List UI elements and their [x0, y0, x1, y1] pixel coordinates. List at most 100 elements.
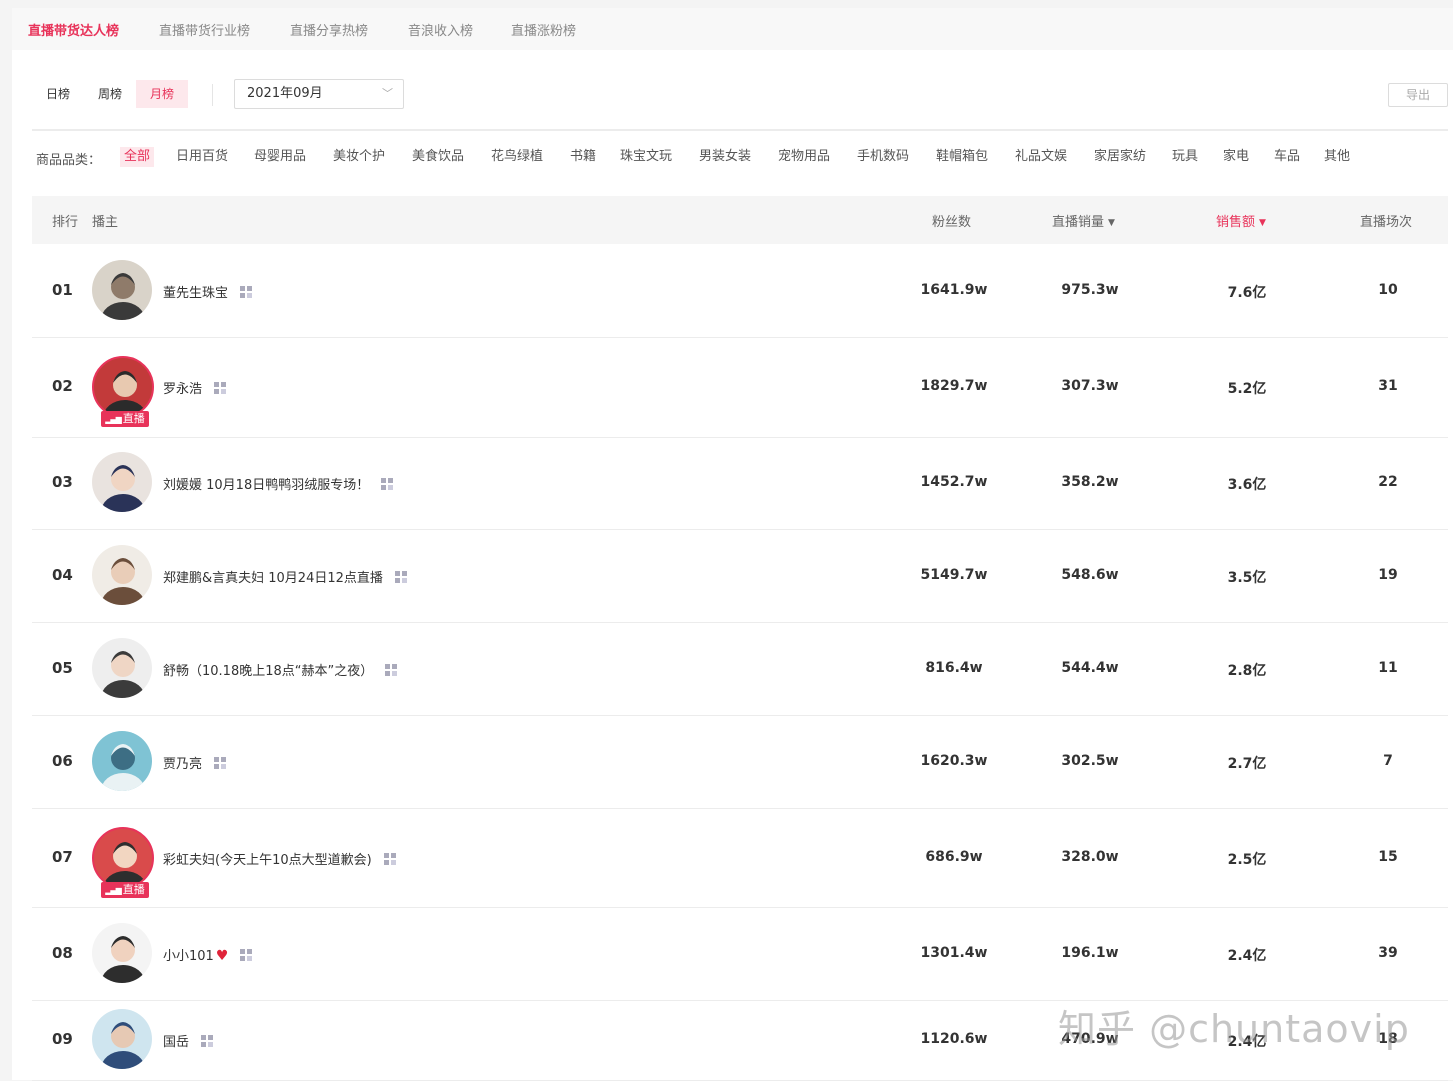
category-item[interactable]: 家电 — [1223, 147, 1249, 167]
category-item[interactable]: 男装女装 — [699, 147, 751, 167]
anchor-name-cell: 舒畅（10.18晚上18点“赫本”之夜） — [163, 660, 398, 679]
category-item[interactable]: 车品 — [1274, 147, 1300, 167]
sales-volume: 307.3w — [1061, 378, 1119, 394]
avatar-image — [101, 558, 145, 605]
revenue: 3.6亿 — [1227, 477, 1267, 493]
qr-code-icon[interactable] — [240, 949, 253, 961]
tab-anchor-rank[interactable]: 直播带货达人榜 — [28, 20, 119, 39]
avatar[interactable] — [92, 827, 154, 889]
table-row[interactable]: 08 小小101 ♥ 1301.4w 196.1w 2.4亿 39 — [32, 907, 1448, 1001]
category-item[interactable]: 手机数码 — [857, 147, 909, 167]
tab-industry-rank[interactable]: 直播带货行业榜 — [159, 20, 250, 39]
fans-count: 5149.7w — [920, 567, 988, 583]
period-day[interactable]: 日榜 — [32, 80, 84, 108]
revenue: 2.8亿 — [1227, 663, 1267, 679]
anchor-name[interactable]: 小小101 — [163, 949, 214, 964]
export-button[interactable]: 导出 — [1388, 83, 1448, 107]
anchor-name-cell: 刘媛媛 10月18日鸭鸭羽绒服专场！ — [163, 474, 394, 493]
rank-number: 07 — [52, 848, 73, 866]
anchor-name[interactable]: 刘媛媛 10月18日鸭鸭羽绒服专场！ — [163, 478, 369, 493]
avatar[interactable] — [92, 356, 154, 418]
anchor-name[interactable]: 国岳 — [163, 1035, 189, 1050]
avatar-image — [103, 842, 147, 887]
category-all[interactable]: 全部 — [120, 147, 155, 167]
avatar[interactable] — [92, 731, 152, 791]
heart-icon: ♥ — [215, 948, 229, 964]
rank-number: 08 — [52, 944, 73, 962]
table-row[interactable]: 03 刘媛媛 10月18日鸭鸭羽绒服专场！ 1452.7w 358.2w 3.6亿 22 — [32, 437, 1448, 530]
tab-income-rank[interactable]: 音浪收入榜 — [408, 20, 473, 39]
anchor-name-cell: 彩虹夫妇(今天上午10点大型道歉会) — [163, 849, 396, 868]
avatar[interactable] — [92, 1009, 152, 1069]
live-bars-icon: ▂▄▆ — [105, 886, 122, 895]
live-badge[interactable]: ▂▄▆ 直播 — [101, 411, 149, 427]
sessions: 39 — [1378, 945, 1398, 961]
divider — [212, 84, 213, 106]
category-item[interactable]: 珠宝文玩 — [620, 147, 672, 167]
table-row[interactable]: 01 董先生珠宝 1641.9w 975.3w 7.6亿 10 — [32, 245, 1448, 338]
avatar[interactable] — [92, 545, 152, 605]
period-month[interactable]: 月榜 — [136, 80, 189, 108]
anchor-name[interactable]: 贾乃亮 — [163, 757, 202, 772]
header-sales: 直播销量 — [1052, 215, 1105, 230]
live-badge[interactable]: ▂▄▆ 直播 — [101, 882, 149, 898]
table-row[interactable]: 02 ▂▄▆ 直播 罗永浩 1829.7w 307.3w 5.2亿 31 — [32, 337, 1448, 438]
anchor-name-cell: 小小101 ♥ — [163, 945, 253, 964]
anchor-name[interactable]: 郑建鹏&言真夫妇 10月24日12点直播 — [163, 571, 383, 586]
avatar-image — [101, 465, 145, 512]
watermark: 知乎 @chuntaovip — [1058, 1007, 1410, 1051]
qr-code-icon[interactable] — [214, 757, 227, 769]
table-row[interactable]: 06 贾乃亮 1620.3w 302.5w 2.7亿 7 — [32, 715, 1448, 809]
anchor-name[interactable]: 罗永浩 — [163, 382, 202, 397]
qr-code-icon[interactable] — [383, 853, 396, 865]
tab-fans-growth-rank[interactable]: 直播涨粉榜 — [511, 20, 576, 39]
revenue: 7.6亿 — [1227, 285, 1267, 301]
header-revenue-sort[interactable]: 销售额 ▼ — [1216, 211, 1266, 230]
category-item[interactable]: 家居家纺 — [1094, 147, 1146, 167]
sales-volume: 358.2w — [1061, 474, 1119, 490]
fans-count: 1829.7w — [920, 378, 988, 394]
qr-code-icon[interactable] — [385, 664, 398, 676]
anchor-name[interactable]: 舒畅（10.18晚上18点“赫本”之夜） — [163, 664, 373, 679]
category-item[interactable]: 花鸟绿植 — [491, 147, 543, 167]
avatar-image — [101, 1022, 145, 1069]
header-fans: 粉丝数 — [932, 215, 972, 230]
qr-code-icon[interactable] — [240, 286, 253, 298]
avatar[interactable] — [92, 260, 152, 320]
table-row[interactable]: 07 ▂▄▆ 直播 彩虹夫妇(今天上午10点大型道歉会) 686.9w 328.0w 2.5… — [32, 808, 1448, 908]
category-item[interactable]: 鞋帽箱包 — [936, 147, 988, 167]
category-item[interactable]: 其他 — [1324, 147, 1350, 167]
avatar[interactable] — [92, 638, 152, 698]
category-item[interactable]: 日用百货 — [176, 147, 228, 167]
anchor-name[interactable]: 董先生珠宝 — [163, 286, 228, 301]
avatar[interactable] — [92, 452, 152, 512]
anchor-name-cell: 贾乃亮 — [163, 753, 227, 772]
qr-code-icon[interactable] — [201, 1035, 214, 1047]
category-item[interactable]: 母婴用品 — [254, 147, 306, 167]
category-item[interactable]: 礼品文娱 — [1015, 147, 1067, 167]
rank-number: 05 — [52, 659, 73, 677]
anchor-name-cell: 郑建鹏&言真夫妇 10月24日12点直播 — [163, 567, 407, 586]
qr-code-icon[interactable] — [381, 478, 394, 490]
sales-volume: 975.3w — [1061, 282, 1119, 298]
avatar-image — [103, 371, 147, 416]
table-row[interactable]: 04 郑建鹏&言真夫妇 10月24日12点直播 5149.7w 548.6w 3.5亿 1… — [32, 529, 1448, 623]
category-item[interactable]: 美妆个护 — [333, 147, 385, 167]
tab-share-rank[interactable]: 直播分享热榜 — [290, 20, 368, 39]
period-week[interactable]: 周榜 — [84, 80, 136, 108]
category-item[interactable]: 玩具 — [1172, 147, 1198, 167]
anchor-name[interactable]: 彩虹夫妇(今天上午10点大型道歉会) — [163, 853, 372, 868]
category-item[interactable]: 宠物用品 — [778, 147, 830, 167]
revenue: 2.5亿 — [1227, 852, 1267, 868]
table-row[interactable]: 05 舒畅（10.18晚上18点“赫本”之夜） 816.4w 544.4w 2.8亿 11 — [32, 622, 1448, 716]
revenue: 2.7亿 — [1227, 756, 1267, 772]
qr-code-icon[interactable] — [394, 571, 407, 583]
avatar[interactable] — [92, 923, 152, 983]
header-sales-sort[interactable]: 直播销量 ▼ — [1052, 211, 1115, 230]
qr-code-icon[interactable] — [214, 382, 227, 394]
category-item[interactable]: 书籍 — [570, 147, 596, 167]
month-select[interactable]: 2021年09月 ﹀ — [234, 79, 404, 109]
anchor-name-cell: 国岳 — [163, 1031, 214, 1050]
anchor-name-cell: 董先生珠宝 — [163, 282, 253, 301]
category-item[interactable]: 美食饮品 — [412, 147, 464, 167]
